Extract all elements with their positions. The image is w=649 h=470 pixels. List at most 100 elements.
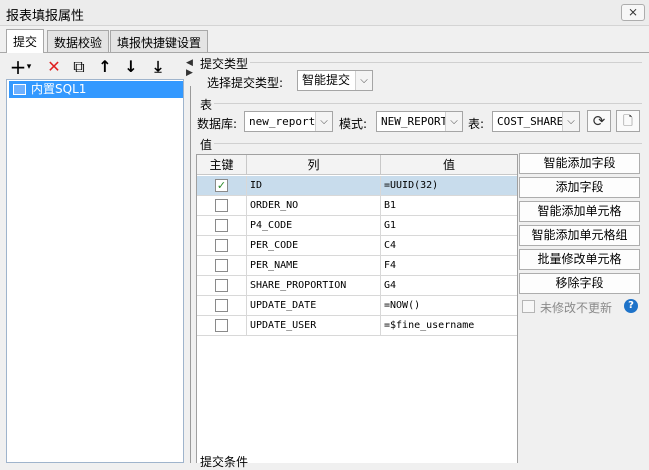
- value-cell[interactable]: G4: [381, 276, 517, 296]
- scroll-right-icon[interactable]: ▶: [186, 68, 194, 78]
- batch-modify-cell-button[interactable]: 批量修改单元格: [519, 249, 640, 270]
- submit-type-value: 智能提交: [302, 73, 351, 87]
- smart-add-cell-button[interactable]: 智能添加单元格: [519, 201, 640, 222]
- refresh-icon: ⟳: [592, 112, 606, 130]
- table-row[interactable]: ORDER_NO B1: [197, 196, 517, 216]
- value-cell[interactable]: C4: [381, 236, 517, 256]
- column-cell[interactable]: P4_CODE: [247, 216, 381, 236]
- panel-scroll-arrows[interactable]: ◀ ▶: [186, 58, 194, 84]
- tab-data-validation[interactable]: 数据校验: [47, 30, 110, 52]
- chevron-down-icon: ⌵: [445, 112, 462, 131]
- tab-submit[interactable]: 提交: [6, 29, 45, 53]
- table-row[interactable]: SHARE_PROPORTION G4: [197, 276, 517, 296]
- table-row[interactable]: PER_NAME F4: [197, 256, 517, 276]
- key-cell[interactable]: [197, 236, 247, 256]
- primary-key-checkbox[interactable]: [215, 319, 228, 332]
- value-cell[interactable]: =NOW(): [381, 296, 517, 316]
- key-cell[interactable]: [197, 216, 247, 236]
- smart-add-field-button[interactable]: 智能添加字段: [519, 153, 640, 174]
- tab-divider: [0, 52, 649, 53]
- sql-tree[interactable]: 内置SQL1: [6, 79, 184, 463]
- column-cell[interactable]: PER_NAME: [247, 256, 381, 276]
- value-cell[interactable]: =$fine_username: [381, 316, 517, 336]
- add-field-button[interactable]: 添加字段: [519, 177, 640, 198]
- value-heading: 值: [200, 138, 213, 152]
- primary-key-checkbox[interactable]: [215, 199, 228, 212]
- divider: [214, 143, 642, 144]
- key-cell[interactable]: [197, 196, 247, 216]
- panel-divider[interactable]: [190, 86, 191, 463]
- table-row[interactable]: PER_CODE C4: [197, 236, 517, 256]
- submit-type-select[interactable]: 智能提交 ⌵: [297, 70, 373, 91]
- column-header-key[interactable]: 主键: [197, 155, 247, 175]
- delete-icon[interactable]: ✕: [44, 57, 64, 77]
- primary-key-checkbox[interactable]: [215, 259, 228, 272]
- value-table[interactable]: 主键 列 值 ✓ ID =UUID(32) ORDER_NO B1 P4_CODE G1 PE…: [196, 154, 518, 463]
- smart-add-cell-group-button[interactable]: 智能添加单元格组: [519, 225, 640, 246]
- schema-select[interactable]: NEW_REPORT ⌵: [376, 111, 463, 132]
- checkbox-box[interactable]: [522, 300, 535, 313]
- move-up-icon[interactable]: ↑: [95, 57, 115, 77]
- column-header-value[interactable]: 值: [381, 155, 517, 175]
- column-cell[interactable]: PER_CODE: [247, 236, 381, 256]
- schema-value: NEW_REPORT: [381, 115, 448, 128]
- preview-button[interactable]: 🗋: [616, 110, 640, 132]
- column-cell[interactable]: ORDER_NO: [247, 196, 381, 216]
- database-label: 数据库:: [197, 117, 238, 131]
- database-select[interactable]: new_report ⌵: [244, 111, 333, 132]
- key-cell[interactable]: [197, 256, 247, 276]
- value-cell[interactable]: F4: [381, 256, 517, 276]
- search-document-icon: 🗋: [623, 114, 633, 128]
- value-cell[interactable]: G1: [381, 216, 517, 236]
- primary-key-checkbox[interactable]: [215, 219, 228, 232]
- checkbox-label: 未修改不更新: [540, 301, 613, 315]
- column-cell[interactable]: ID: [247, 176, 381, 196]
- column-cell[interactable]: UPDATE_USER: [247, 316, 381, 336]
- tree-item-builtin-sql[interactable]: 内置SQL1: [9, 81, 183, 98]
- column-cell[interactable]: SHARE_PROPORTION: [247, 276, 381, 296]
- primary-key-checkbox[interactable]: [215, 239, 228, 252]
- scroll-left-icon[interactable]: ◀: [186, 58, 194, 68]
- left-toolbar: + ▾ ✕ ⧉ ↑ ↓ ⤓: [6, 55, 186, 79]
- value-cell[interactable]: =UUID(32): [381, 176, 517, 196]
- table-label: 表:: [468, 117, 485, 131]
- submit-condition-heading: 提交条件: [200, 455, 249, 469]
- primary-key-checkbox[interactable]: ✓: [215, 179, 228, 192]
- divider: [214, 103, 642, 104]
- close-button[interactable]: ⨯: [621, 4, 645, 21]
- key-cell[interactable]: [197, 276, 247, 296]
- divider: [250, 62, 642, 63]
- key-cell[interactable]: [197, 296, 247, 316]
- table-value: COST_SHARE: [497, 115, 564, 128]
- primary-key-checkbox[interactable]: [215, 279, 228, 292]
- chevron-down-icon: ⌵: [562, 112, 579, 131]
- database-icon: [13, 84, 26, 95]
- table-select[interactable]: COST_SHARE ⌵: [492, 111, 580, 132]
- column-header-column[interactable]: 列: [247, 155, 381, 175]
- table-row[interactable]: P4_CODE G1: [197, 216, 517, 236]
- chevron-down-icon: ⌵: [315, 112, 332, 131]
- table-row[interactable]: UPDATE_USER =$fine_username: [197, 316, 517, 336]
- table-row[interactable]: ✓ ID =UUID(32): [197, 176, 517, 196]
- key-cell[interactable]: ✓: [197, 176, 247, 196]
- table-heading: 表: [200, 98, 213, 112]
- table-header: 主键 列 值: [197, 155, 517, 175]
- move-bottom-icon[interactable]: ⤓: [148, 57, 168, 77]
- title-bar: 报表填报属性 ⨯: [0, 0, 649, 26]
- add-dropdown-icon[interactable]: ▾: [24, 57, 34, 77]
- table-row[interactable]: UPDATE_DATE =NOW(): [197, 296, 517, 316]
- remove-field-button[interactable]: 移除字段: [519, 273, 640, 294]
- window-title: 报表填报属性: [6, 9, 85, 24]
- copy-icon[interactable]: ⧉: [69, 57, 89, 77]
- primary-key-checkbox[interactable]: [215, 299, 228, 312]
- schema-label: 模式:: [339, 117, 368, 131]
- help-icon[interactable]: ?: [624, 299, 638, 313]
- value-cell[interactable]: B1: [381, 196, 517, 216]
- column-cell[interactable]: UPDATE_DATE: [247, 296, 381, 316]
- submit-type-heading: 提交类型: [200, 57, 249, 71]
- tab-shortcut-settings[interactable]: 填报快捷键设置: [110, 30, 209, 52]
- move-down-icon[interactable]: ↓: [121, 57, 141, 77]
- tree-item-label: 内置SQL1: [31, 82, 87, 96]
- refresh-button[interactable]: ⟳: [587, 110, 611, 132]
- key-cell[interactable]: [197, 316, 247, 336]
